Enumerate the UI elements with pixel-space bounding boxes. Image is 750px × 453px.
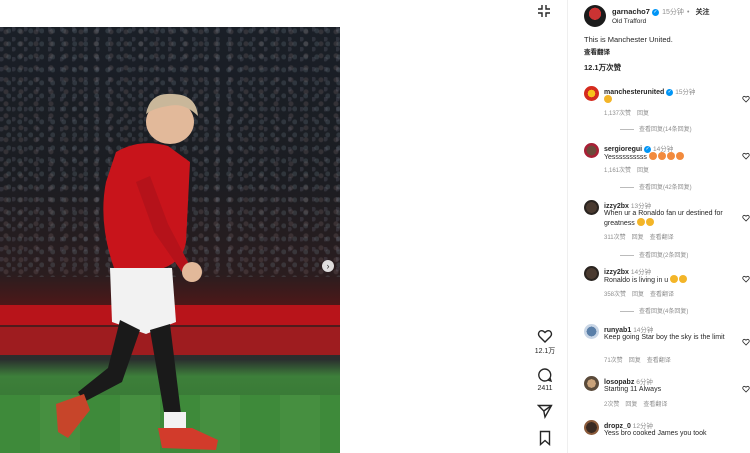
heart-eyes-emoji-icon <box>675 152 684 160</box>
avatar[interactable] <box>584 376 599 391</box>
comment-heart-icon[interactable] <box>742 152 750 160</box>
comment-count: 2411 <box>537 385 553 392</box>
celebrating-player <box>56 93 218 450</box>
comment-likes[interactable]: 71次赞 <box>604 358 623 364</box>
view-replies-button[interactable]: 查看回复(14条回复) <box>620 124 692 133</box>
heart-eyes-emoji-icon <box>648 152 657 160</box>
comment-meta: 311次赞 回复 查看翻译 <box>604 232 680 241</box>
comment-likes[interactable]: 311次赞 <box>604 235 626 241</box>
reply-button[interactable]: 回复 <box>632 235 644 241</box>
comment-heart-icon[interactable] <box>742 338 750 346</box>
avatar[interactable] <box>584 420 599 435</box>
post-photo[interactable]: › <box>0 27 340 453</box>
crying-emoji-icon <box>679 275 688 283</box>
comment-likes[interactable]: 1,137次赞 <box>604 111 631 117</box>
comment-text: When ur a Ronaldo fan ur destined for gr… <box>604 210 723 227</box>
comment-heart-icon[interactable] <box>742 385 750 393</box>
heart-icon[interactable] <box>537 328 553 344</box>
crying-emoji-icon <box>645 218 654 226</box>
instagram-post-viewer: › 12.1万 2411 garnacho7 ✓ 15分钟 • 关注 Old T… <box>0 0 750 453</box>
reply-button[interactable]: 回复 <box>632 292 644 298</box>
reply-button[interactable]: 回复 <box>637 168 649 174</box>
post-time: 15分钟 <box>662 9 684 16</box>
translate-link[interactable]: 查看翻译 <box>650 235 674 241</box>
comment-likes[interactable]: 2次赞 <box>604 402 619 408</box>
comment-meta: 71次赞 回复 查看翻译 <box>604 355 677 364</box>
avatar[interactable] <box>584 5 606 27</box>
clapping-emoji-icon <box>670 275 679 283</box>
heart-eyes-emoji-icon <box>666 152 675 160</box>
expand-icon[interactable] <box>537 4 551 18</box>
avatar[interactable] <box>584 324 599 339</box>
comment-text: Starting 11 Always <box>604 386 662 393</box>
carousel-next-button[interactable]: › <box>322 260 334 272</box>
comment-heart-icon[interactable] <box>742 95 750 103</box>
reply-button[interactable]: 回复 <box>637 111 649 117</box>
star-eyes-emoji-icon <box>604 95 612 103</box>
post-caption: This is Manchester United. <box>584 35 673 44</box>
separator: • <box>687 9 690 16</box>
comment-meta: 2次赞 回复 查看翻译 <box>604 399 673 408</box>
translate-link[interactable]: 查看翻译 <box>650 292 674 298</box>
comments-panel: garnacho7 ✓ 15分钟 • 关注 Old Trafford This … <box>567 0 750 453</box>
translate-link[interactable]: 查看翻译 <box>643 402 667 408</box>
comment-likes[interactable]: 358次赞 <box>604 292 626 298</box>
location-link[interactable]: Old Trafford <box>612 18 646 25</box>
comment-text: Yessssssssss <box>604 152 726 162</box>
avatar[interactable] <box>584 200 599 215</box>
comment-meta: 358次赞 回复 查看翻译 <box>604 289 680 298</box>
comment-text: Yess bro cooked James you took <box>604 430 707 437</box>
translate-link[interactable]: 查看翻译 <box>584 46 610 56</box>
comment-likes[interactable]: 1,161次赞 <box>604 168 631 174</box>
share-icon[interactable] <box>537 403 553 419</box>
comment-heart-icon[interactable] <box>742 214 750 222</box>
post-header: garnacho7 ✓ 15分钟 • 关注 Old Trafford <box>584 5 744 29</box>
heart-eyes-emoji-icon <box>657 152 666 160</box>
comment-meta: 1,137次赞 回复 <box>604 108 655 117</box>
translate-link[interactable]: 查看翻译 <box>647 358 671 364</box>
view-replies-button[interactable]: 查看回复(4条回复) <box>620 306 688 315</box>
comment-heart-icon[interactable] <box>742 275 750 283</box>
avatar[interactable] <box>584 143 599 158</box>
reply-button[interactable]: 回复 <box>629 358 641 364</box>
view-replies-button[interactable]: 查看回复(42条回复) <box>620 182 692 191</box>
bookmark-icon[interactable] <box>537 430 553 446</box>
post-actions: 12.1万 2411 <box>530 328 560 446</box>
verified-icon: ✓ <box>652 8 660 16</box>
comment-text: Keep going Star boy the sky is the limit <box>604 334 725 341</box>
like-count: 12.1万 <box>534 348 556 355</box>
username-link[interactable]: garnacho7 <box>612 7 650 16</box>
comment-icon[interactable] <box>537 367 553 383</box>
follow-button[interactable]: 关注 <box>696 9 710 16</box>
crying-emoji-icon <box>636 218 645 226</box>
avatar[interactable] <box>584 266 599 281</box>
like-total[interactable]: 12.1万次赞 <box>584 62 621 73</box>
post-author: garnacho7 ✓ 15分钟 • 关注 <box>612 7 710 17</box>
avatar[interactable] <box>584 86 599 101</box>
comment-text: Ronaldo is living in u <box>604 275 726 285</box>
comment-text <box>604 95 726 105</box>
view-replies-button[interactable]: 查看回复(2条回复) <box>620 250 688 259</box>
comment-meta: 1,161次赞 回复 <box>604 165 655 174</box>
reply-button[interactable]: 回复 <box>625 402 637 408</box>
